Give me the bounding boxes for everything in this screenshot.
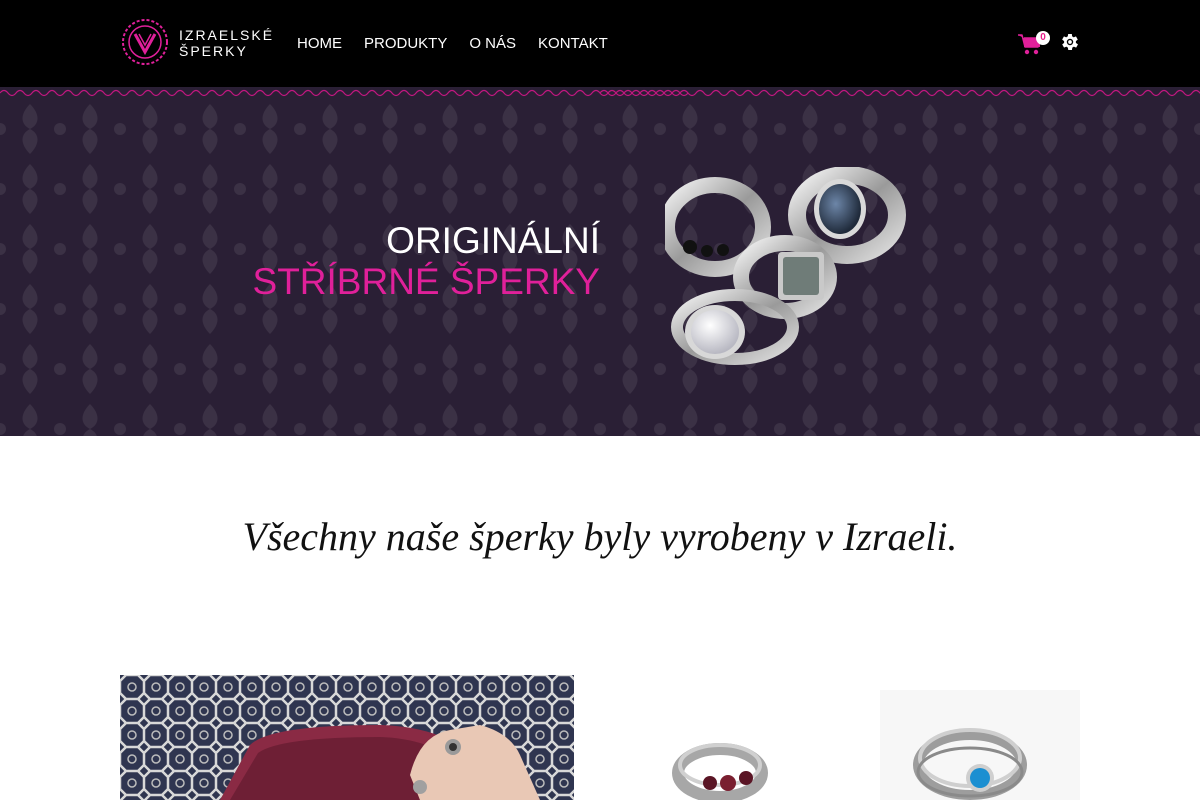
tagline: Všechny naše šperky byly vyrobeny v Izra… xyxy=(242,514,958,559)
silver-rings-image xyxy=(665,167,906,365)
photo-illustration xyxy=(120,675,574,800)
ring-red-stones-image[interactable] xyxy=(670,735,770,800)
nav-kontakt[interactable]: KONTAKT xyxy=(538,34,608,54)
nav-produkty[interactable]: PRODUKTY xyxy=(364,34,447,54)
cart-count-badge: 0 xyxy=(1036,31,1050,45)
nav-o-nas[interactable]: O NÁS xyxy=(469,34,516,54)
decorative-border xyxy=(0,87,1200,99)
hero-heading-line-2: STŘÍBRNÉ ŠPERKY xyxy=(252,261,600,302)
hero-heading-line-1: ORIGINÁLNÍ xyxy=(386,220,600,261)
logo-line-2: ŠPERKY xyxy=(179,43,248,59)
damask-pattern xyxy=(0,99,1200,436)
v-monogram-icon xyxy=(122,19,168,65)
hand-with-rings-photo[interactable] xyxy=(120,675,574,800)
logo-line-1: IZRAELSKÉ xyxy=(179,27,275,43)
gear-icon[interactable] xyxy=(1059,31,1081,53)
site-header: IZRAELSKÉ ŠPERKY HOME PRODUKTY O NÁS KON… xyxy=(0,0,1200,87)
main-nav: HOME PRODUKTY O NÁS KONTAKT xyxy=(297,34,630,54)
hero-banner: ORIGINÁLNÍ STŘÍBRNÉ ŠPERKY xyxy=(0,87,1200,436)
logo-text: IZRAELSKÉ ŠPERKY xyxy=(179,27,274,59)
ring-turquoise-stone-image[interactable] xyxy=(880,690,1080,800)
nav-home[interactable]: HOME xyxy=(297,34,342,54)
site-logo[interactable]: IZRAELSKÉ ŠPERKY xyxy=(121,18,274,68)
